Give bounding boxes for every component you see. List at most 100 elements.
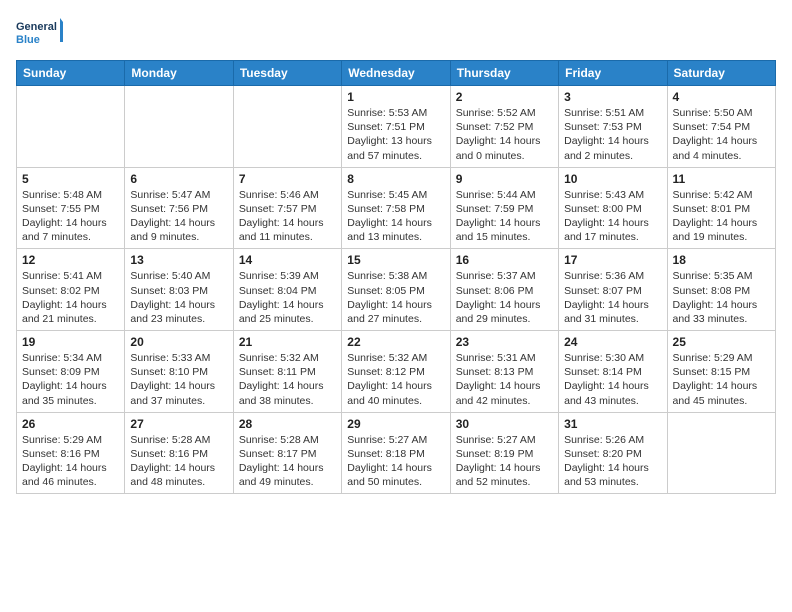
- calendar-cell: 28Sunrise: 5:28 AMSunset: 8:17 PMDayligh…: [233, 412, 341, 494]
- day-number: 9: [456, 172, 553, 186]
- calendar-cell: 15Sunrise: 5:38 AMSunset: 8:05 PMDayligh…: [342, 249, 450, 331]
- day-info: Sunrise: 5:53 AMSunset: 7:51 PMDaylight:…: [347, 106, 444, 163]
- calendar-cell: 8Sunrise: 5:45 AMSunset: 7:58 PMDaylight…: [342, 167, 450, 249]
- calendar-cell: 4 Sunrise: 5:50 AMSunset: 7:54 PMDaylight…: [667, 86, 775, 168]
- week-row-5: 26Sunrise: 5:29 AMSunset: 8:16 PMDayligh…: [17, 412, 776, 494]
- calendar-cell: 3 Sunrise: 5:51 AMSunset: 7:53 PMDaylight…: [559, 86, 667, 168]
- day-info: Sunrise: 5:43 AMSunset: 8:00 PMDaylight:…: [564, 188, 661, 245]
- day-number: 10: [564, 172, 661, 186]
- header: General Blue: [16, 16, 776, 52]
- header-day-saturday: Saturday: [667, 61, 775, 86]
- calendar-cell: 12Sunrise: 5:41 AMSunset: 8:02 PMDayligh…: [17, 249, 125, 331]
- calendar-cell: [667, 412, 775, 494]
- day-info: Sunrise: 5:32 AMSunset: 8:11 PMDaylight:…: [239, 351, 336, 408]
- day-info: Sunrise: 5:27 AMSunset: 8:19 PMDaylight:…: [456, 433, 553, 490]
- calendar-cell: 14 Sunrise: 5:39 AMSunset: 8:04 PMDayligh…: [233, 249, 341, 331]
- calendar-cell: 27Sunrise: 5:28 AMSunset: 8:16 PMDayligh…: [125, 412, 233, 494]
- week-row-4: 19 Sunrise: 5:34 AMSunset: 8:09 PMDayligh…: [17, 331, 776, 413]
- day-number: 29: [347, 417, 444, 431]
- day-info: Sunrise: 5:42 AMSunset: 8:01 PMDaylight:…: [673, 188, 770, 245]
- day-number: 25: [673, 335, 770, 349]
- day-info: Sunrise: 5:40 AMSunset: 8:03 PMDaylight:…: [130, 269, 227, 326]
- day-number: 4: [673, 90, 770, 104]
- day-number: 15: [347, 253, 444, 267]
- calendar-cell: 26Sunrise: 5:29 AMSunset: 8:16 PMDayligh…: [17, 412, 125, 494]
- day-number: 7: [239, 172, 336, 186]
- day-number: 3: [564, 90, 661, 104]
- day-number: 16: [456, 253, 553, 267]
- day-number: 20: [130, 335, 227, 349]
- logo: General Blue: [16, 16, 66, 52]
- day-info: Sunrise: 5:26 AMSunset: 8:20 PMDaylight:…: [564, 433, 661, 490]
- week-row-2: 5Sunrise: 5:48 AMSunset: 7:55 PMDaylight…: [17, 167, 776, 249]
- header-day-sunday: Sunday: [17, 61, 125, 86]
- calendar-cell: 10 Sunrise: 5:43 AMSunset: 8:00 PMDayligh…: [559, 167, 667, 249]
- calendar-cell: 13 Sunrise: 5:40 AMSunset: 8:03 PMDayligh…: [125, 249, 233, 331]
- day-info: Sunrise: 5:50 AMSunset: 7:54 PMDaylight:…: [673, 106, 770, 163]
- day-info: Sunrise: 5:34 AMSunset: 8:09 PMDaylight:…: [22, 351, 119, 408]
- svg-text:Blue: Blue: [16, 34, 40, 46]
- calendar-cell: 2 Sunrise: 5:52 AMSunset: 7:52 PMDaylight…: [450, 86, 558, 168]
- day-number: 11: [673, 172, 770, 186]
- calendar-cell: 29 Sunrise: 5:27 AMSunset: 8:18 PMDayligh…: [342, 412, 450, 494]
- calendar-cell: 17 Sunrise: 5:36 AMSunset: 8:07 PMDayligh…: [559, 249, 667, 331]
- logo-svg: General Blue: [16, 16, 66, 52]
- day-number: 31: [564, 417, 661, 431]
- day-info: Sunrise: 5:27 AMSunset: 8:18 PMDaylight:…: [347, 433, 444, 490]
- calendar-cell: [233, 86, 341, 168]
- day-info: Sunrise: 5:47 AMSunset: 7:56 PMDaylight:…: [130, 188, 227, 245]
- calendar-cell: 24 Sunrise: 5:30 AMSunset: 8:14 PMDayligh…: [559, 331, 667, 413]
- day-number: 30: [456, 417, 553, 431]
- day-number: 12: [22, 253, 119, 267]
- day-info: Sunrise: 5:30 AMSunset: 8:14 PMDaylight:…: [564, 351, 661, 408]
- calendar-cell: 5Sunrise: 5:48 AMSunset: 7:55 PMDaylight…: [17, 167, 125, 249]
- day-number: 21: [239, 335, 336, 349]
- day-info: Sunrise: 5:28 AMSunset: 8:17 PMDaylight:…: [239, 433, 336, 490]
- day-number: 19: [22, 335, 119, 349]
- calendar-cell: 31 Sunrise: 5:26 AMSunset: 8:20 PMDayligh…: [559, 412, 667, 494]
- day-info: Sunrise: 5:37 AMSunset: 8:06 PMDaylight:…: [456, 269, 553, 326]
- day-number: 27: [130, 417, 227, 431]
- day-number: 17: [564, 253, 661, 267]
- calendar-table: SundayMondayTuesdayWednesdayThursdayFrid…: [16, 60, 776, 494]
- calendar-cell: 25Sunrise: 5:29 AMSunset: 8:15 PMDayligh…: [667, 331, 775, 413]
- svg-text:General: General: [16, 21, 57, 33]
- day-info: Sunrise: 5:35 AMSunset: 8:08 PMDaylight:…: [673, 269, 770, 326]
- day-number: 8: [347, 172, 444, 186]
- calendar-cell: [125, 86, 233, 168]
- calendar-cell: 7 Sunrise: 5:46 AMSunset: 7:57 PMDaylight…: [233, 167, 341, 249]
- header-day-monday: Monday: [125, 61, 233, 86]
- day-number: 23: [456, 335, 553, 349]
- day-number: 1: [347, 90, 444, 104]
- day-info: Sunrise: 5:32 AMSunset: 8:12 PMDaylight:…: [347, 351, 444, 408]
- day-info: Sunrise: 5:52 AMSunset: 7:52 PMDaylight:…: [456, 106, 553, 163]
- calendar-cell: 19 Sunrise: 5:34 AMSunset: 8:09 PMDayligh…: [17, 331, 125, 413]
- header-day-wednesday: Wednesday: [342, 61, 450, 86]
- header-day-thursday: Thursday: [450, 61, 558, 86]
- day-number: 24: [564, 335, 661, 349]
- day-number: 2: [456, 90, 553, 104]
- calendar-cell: 23Sunrise: 5:31 AMSunset: 8:13 PMDayligh…: [450, 331, 558, 413]
- calendar-cell: 20Sunrise: 5:33 AMSunset: 8:10 PMDayligh…: [125, 331, 233, 413]
- day-info: Sunrise: 5:46 AMSunset: 7:57 PMDaylight:…: [239, 188, 336, 245]
- day-info: Sunrise: 5:39 AMSunset: 8:04 PMDaylight:…: [239, 269, 336, 326]
- day-number: 6: [130, 172, 227, 186]
- day-number: 26: [22, 417, 119, 431]
- week-row-1: 1 Sunrise: 5:53 AMSunset: 7:51 PMDaylight…: [17, 86, 776, 168]
- header-day-tuesday: Tuesday: [233, 61, 341, 86]
- calendar-cell: 21 Sunrise: 5:32 AMSunset: 8:11 PMDayligh…: [233, 331, 341, 413]
- day-number: 14: [239, 253, 336, 267]
- day-info: Sunrise: 5:36 AMSunset: 8:07 PMDaylight:…: [564, 269, 661, 326]
- day-info: Sunrise: 5:44 AMSunset: 7:59 PMDaylight:…: [456, 188, 553, 245]
- header-day-friday: Friday: [559, 61, 667, 86]
- calendar-cell: 18Sunrise: 5:35 AMSunset: 8:08 PMDayligh…: [667, 249, 775, 331]
- day-number: 22: [347, 335, 444, 349]
- calendar-cell: 1 Sunrise: 5:53 AMSunset: 7:51 PMDaylight…: [342, 86, 450, 168]
- week-row-3: 12Sunrise: 5:41 AMSunset: 8:02 PMDayligh…: [17, 249, 776, 331]
- day-number: 13: [130, 253, 227, 267]
- calendar-cell: 30 Sunrise: 5:27 AMSunset: 8:19 PMDayligh…: [450, 412, 558, 494]
- day-info: Sunrise: 5:51 AMSunset: 7:53 PMDaylight:…: [564, 106, 661, 163]
- calendar-cell: 6 Sunrise: 5:47 AMSunset: 7:56 PMDaylight…: [125, 167, 233, 249]
- calendar-header: SundayMondayTuesdayWednesdayThursdayFrid…: [17, 61, 776, 86]
- calendar-body: 1 Sunrise: 5:53 AMSunset: 7:51 PMDaylight…: [17, 86, 776, 494]
